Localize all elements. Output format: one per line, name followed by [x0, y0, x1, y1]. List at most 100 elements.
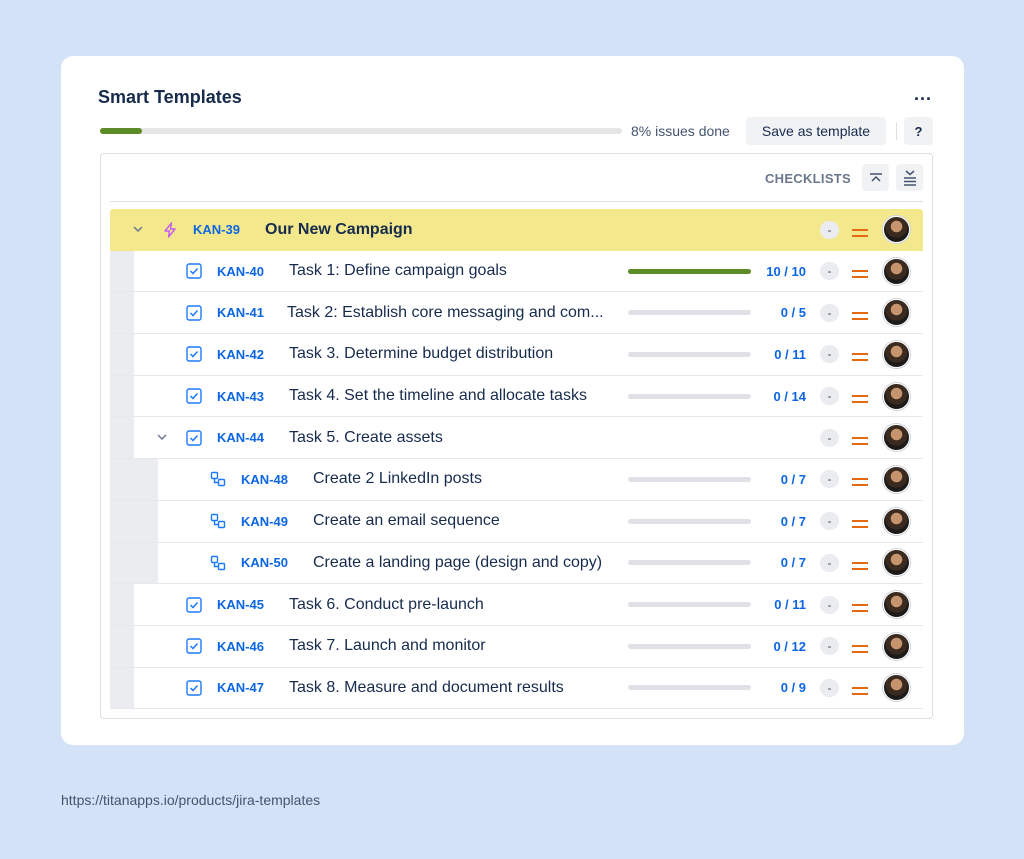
tree-gutter	[110, 334, 134, 375]
issue-row[interactable]: KAN-40 Task 1: Define campaign goals 10 / …	[110, 250, 923, 293]
help-button[interactable]: ?	[904, 117, 933, 145]
status-badge[interactable]: -	[820, 512, 839, 531]
issue-row[interactable]: KAN-45 Task 6. Conduct pre-launch 0 / 11-	[110, 584, 923, 626]
issue-key[interactable]: KAN-46	[217, 639, 264, 654]
medium-priority-icon	[851, 641, 869, 654]
checklist-count[interactable]: 0 / 11	[746, 347, 806, 362]
checklist-count[interactable]: 0 / 7	[746, 514, 806, 529]
expand-icon	[903, 169, 916, 186]
checklist-progress-bar	[628, 560, 751, 566]
assignee-avatar[interactable]	[883, 340, 910, 368]
status-badge[interactable]: -	[820, 678, 839, 697]
issue-summary[interactable]: Task 5. Create assets	[289, 429, 443, 447]
medium-priority-icon	[851, 433, 869, 445]
expand-all-button[interactable]	[896, 164, 923, 191]
checklist-count[interactable]: 0 / 7	[746, 555, 806, 570]
collapse-all-button[interactable]	[862, 164, 889, 191]
status-badge[interactable]: -	[820, 345, 839, 364]
assignee-avatar[interactable]	[883, 216, 910, 244]
assignee-avatar[interactable]	[883, 507, 910, 535]
issue-key[interactable]: KAN-47	[217, 680, 264, 695]
issue-row[interactable]: KAN-48 Create 2 LinkedIn posts 0 / 7-	[110, 459, 923, 501]
tree-gutter	[110, 625, 134, 667]
checklist-progress-bar	[628, 351, 751, 357]
collapse-icon	[869, 172, 882, 182]
checkbox-task-icon	[186, 388, 202, 404]
issue-row[interactable]: KAN-49 Create an email sequence 0 / 7-	[110, 500, 923, 543]
issue-row[interactable]: KAN-46 Task 7. Launch and monitor 0 / 12-	[110, 625, 923, 668]
issue-key[interactable]: KAN-49	[241, 514, 288, 529]
checkbox-task-icon	[186, 680, 202, 696]
issue-key[interactable]: KAN-45	[217, 597, 264, 612]
issue-summary[interactable]: Task 8. Measure and document results	[289, 679, 564, 697]
issue-summary[interactable]: Task 6. Conduct pre-launch	[289, 596, 484, 614]
issue-row[interactable]: KAN-47 Task 8. Measure and document resul…	[110, 667, 923, 710]
assignee-avatar[interactable]	[883, 299, 910, 327]
issue-key[interactable]: KAN-48	[241, 472, 288, 487]
assignee-avatar[interactable]	[883, 257, 910, 285]
issue-key[interactable]: KAN-43	[217, 389, 264, 404]
checklist-count[interactable]: 0 / 14	[746, 389, 806, 404]
issue-key[interactable]: KAN-39	[193, 222, 240, 237]
checklist-count[interactable]: 10 / 10	[746, 264, 806, 279]
issue-row[interactable]: KAN-41 Task 2: Establish core messaging a…	[110, 292, 923, 335]
status-badge[interactable]: -	[820, 428, 839, 447]
assignee-avatar[interactable]	[883, 465, 910, 493]
chevron-down-icon[interactable]	[156, 432, 168, 444]
assignee-avatar[interactable]	[883, 674, 910, 702]
checklist-count[interactable]: 0 / 5	[746, 305, 806, 320]
issue-summary[interactable]: Task 1: Define campaign goals	[289, 262, 507, 280]
issue-row[interactable]: KAN-43 Task 4. Set the timeline and alloc…	[110, 375, 923, 418]
tree-gutter	[134, 500, 158, 542]
checklist-count[interactable]: 0 / 12	[746, 639, 806, 654]
status-badge[interactable]: -	[820, 553, 839, 572]
checklist-progress-fill	[628, 268, 751, 274]
issue-row[interactable]: KAN-50 Create a landing page (design and …	[110, 542, 923, 585]
issue-summary[interactable]: Create 2 LinkedIn posts	[313, 470, 482, 488]
status-badge[interactable]: -	[820, 387, 839, 406]
issue-key[interactable]: KAN-40	[217, 264, 264, 279]
chevron-down-icon[interactable]	[132, 224, 144, 236]
issue-summary[interactable]: Task 3. Determine budget distribution	[289, 345, 553, 363]
checklist-count[interactable]: 0 / 9	[746, 680, 806, 695]
card-title: Smart Templates	[98, 87, 242, 107]
status-badge[interactable]: -	[820, 303, 839, 322]
issue-key[interactable]: KAN-42	[217, 347, 264, 362]
epic-row[interactable]: KAN-39 Our New Campaign -	[110, 209, 923, 251]
issue-row[interactable]: KAN-44 Task 5. Create assets -	[110, 417, 923, 460]
save-as-template-button[interactable]: Save as template	[746, 117, 886, 145]
issue-summary[interactable]: Our New Campaign	[265, 221, 413, 239]
issue-row[interactable]: KAN-42 Task 3. Determine budget distribut…	[110, 334, 923, 376]
issue-summary[interactable]: Task 7. Launch and monitor	[289, 637, 486, 655]
assignee-avatar[interactable]	[883, 549, 910, 577]
more-options-icon[interactable]: ...	[914, 84, 932, 105]
status-badge[interactable]: -	[820, 637, 839, 656]
checklist-progress-bar	[628, 518, 751, 524]
checklist-progress-bar	[628, 685, 751, 691]
status-badge[interactable]: -	[820, 595, 839, 614]
assignee-avatar[interactable]	[883, 424, 910, 452]
issue-summary[interactable]: Create a landing page (design and copy)	[313, 554, 602, 572]
assignee-avatar[interactable]	[883, 591, 910, 619]
subtask-icon	[210, 471, 226, 487]
medium-priority-icon	[851, 391, 869, 404]
checklist-count[interactable]: 0 / 11	[746, 597, 806, 612]
issue-summary[interactable]: Create an email sequence	[313, 512, 500, 530]
assignee-avatar[interactable]	[883, 382, 910, 410]
divider	[896, 122, 897, 140]
issue-summary[interactable]: Task 4. Set the timeline and allocate ta…	[289, 387, 587, 405]
checklist-count[interactable]: 0 / 7	[746, 472, 806, 487]
checklist-progress-bar	[628, 602, 751, 608]
panel-header: CHECKLISTS	[110, 154, 923, 202]
status-badge[interactable]: -	[820, 262, 839, 281]
tree-gutter	[134, 542, 158, 584]
tree-gutter	[134, 459, 158, 500]
medium-priority-icon	[851, 349, 869, 362]
issue-key[interactable]: KAN-50	[241, 555, 288, 570]
status-badge[interactable]: -	[820, 470, 839, 489]
status-badge[interactable]: -	[820, 220, 839, 239]
issue-key[interactable]: KAN-41	[217, 305, 264, 320]
issue-key[interactable]: KAN-44	[217, 430, 264, 445]
assignee-avatar[interactable]	[883, 632, 910, 660]
issue-summary[interactable]: Task 2: Establish core messaging and com…	[287, 304, 604, 322]
